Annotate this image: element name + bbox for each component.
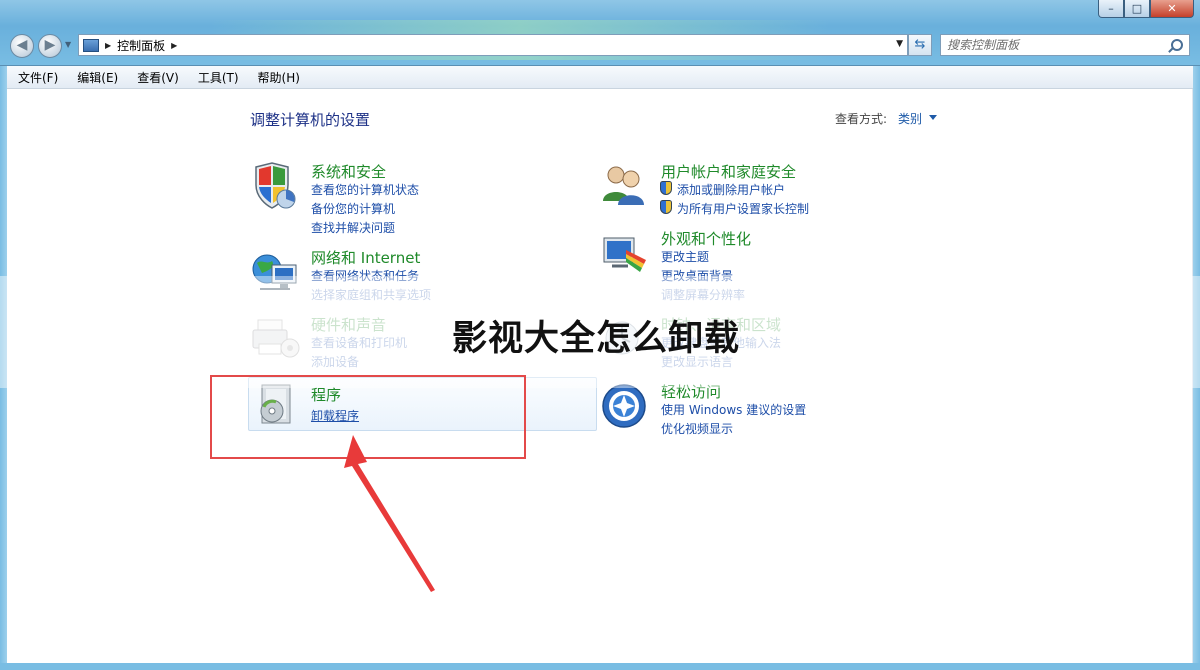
link-optimize-display[interactable]: 优化视频显示: [661, 420, 733, 437]
minimize-button[interactable]: –: [1098, 0, 1124, 18]
window-controls: – □ ✕: [1098, 0, 1194, 20]
window-frame-bottom: [0, 663, 1200, 670]
category-system-security-title[interactable]: 系统和安全: [311, 161, 386, 182]
address-bar[interactable]: ▶ 控制面板 ▶ ▼: [78, 34, 908, 56]
shield-icon[interactable]: [250, 161, 300, 211]
ease-of-access-icon[interactable]: [600, 382, 650, 432]
link-troubleshoot[interactable]: 查找并解决问题: [311, 219, 395, 236]
refresh-button[interactable]: ⇆: [908, 34, 932, 56]
category-user-accounts-title[interactable]: 用户帐户和家庭安全: [661, 161, 796, 182]
overlay-caption: 影视大全怎么卸载: [452, 319, 741, 359]
menu-view[interactable]: 查看(V): [126, 69, 187, 86]
close-button[interactable]: ✕: [1150, 0, 1194, 18]
view-by-dropdown[interactable]: 类别: [898, 110, 922, 127]
menu-file[interactable]: 文件(F): [7, 69, 66, 86]
link-change-theme[interactable]: 更改主题: [661, 248, 709, 265]
recent-pages-dropdown-icon[interactable]: ▼: [65, 40, 71, 49]
link-parental-controls[interactable]: 为所有用户设置家长控制: [677, 200, 809, 217]
link-recommended-settings[interactable]: 使用 Windows 建议的设置: [661, 401, 806, 418]
category-appearance-title[interactable]: 外观和个性化: [661, 228, 751, 249]
search-icon[interactable]: [1171, 39, 1183, 51]
forward-button[interactable]: ▶: [38, 34, 62, 58]
users-icon[interactable]: [600, 161, 650, 211]
uac-shield-icon: [660, 181, 672, 195]
menu-bar: 文件(F) 编辑(E) 查看(V) 工具(T) 帮助(H): [7, 66, 1193, 89]
search-placeholder: 搜索控制面板: [947, 38, 1020, 52]
uac-shield-icon: [660, 200, 672, 214]
title-bar: – □ ✕ ◀ ▶ ▼ ▶ 控制面板 ▶ ▼ ⇆ 搜索控制面板: [0, 0, 1200, 66]
breadcrumb-control-panel[interactable]: 控制面板: [117, 37, 165, 54]
view-by-label: 查看方式:: [835, 112, 888, 126]
annotation-arrow-icon: [344, 435, 435, 592]
control-panel-icon: [83, 38, 99, 52]
menu-edit[interactable]: 编辑(E): [66, 69, 126, 86]
search-input[interactable]: 搜索控制面板: [940, 34, 1190, 56]
category-network-title[interactable]: 网络和 Internet: [311, 247, 420, 268]
maximize-button[interactable]: □: [1124, 0, 1150, 18]
link-view-computer-status[interactable]: 查看您的计算机状态: [311, 181, 419, 198]
address-dropdown-icon[interactable]: ▼: [896, 39, 903, 49]
menu-help[interactable]: 帮助(H): [247, 69, 308, 86]
link-add-remove-accounts[interactable]: 添加或删除用户帐户: [677, 181, 785, 198]
page-title: 调整计算机的设置: [250, 111, 371, 129]
link-backup-computer[interactable]: 备份您的计算机: [311, 200, 395, 217]
back-button[interactable]: ◀: [10, 34, 34, 58]
breadcrumb-arrow-icon[interactable]: ▶: [171, 41, 177, 50]
chevron-down-icon[interactable]: [929, 115, 937, 120]
breadcrumb-arrow-icon[interactable]: ▶: [105, 41, 111, 50]
appearance-monitor-icon[interactable]: [600, 232, 650, 282]
menu-tools[interactable]: 工具(T): [187, 69, 247, 86]
